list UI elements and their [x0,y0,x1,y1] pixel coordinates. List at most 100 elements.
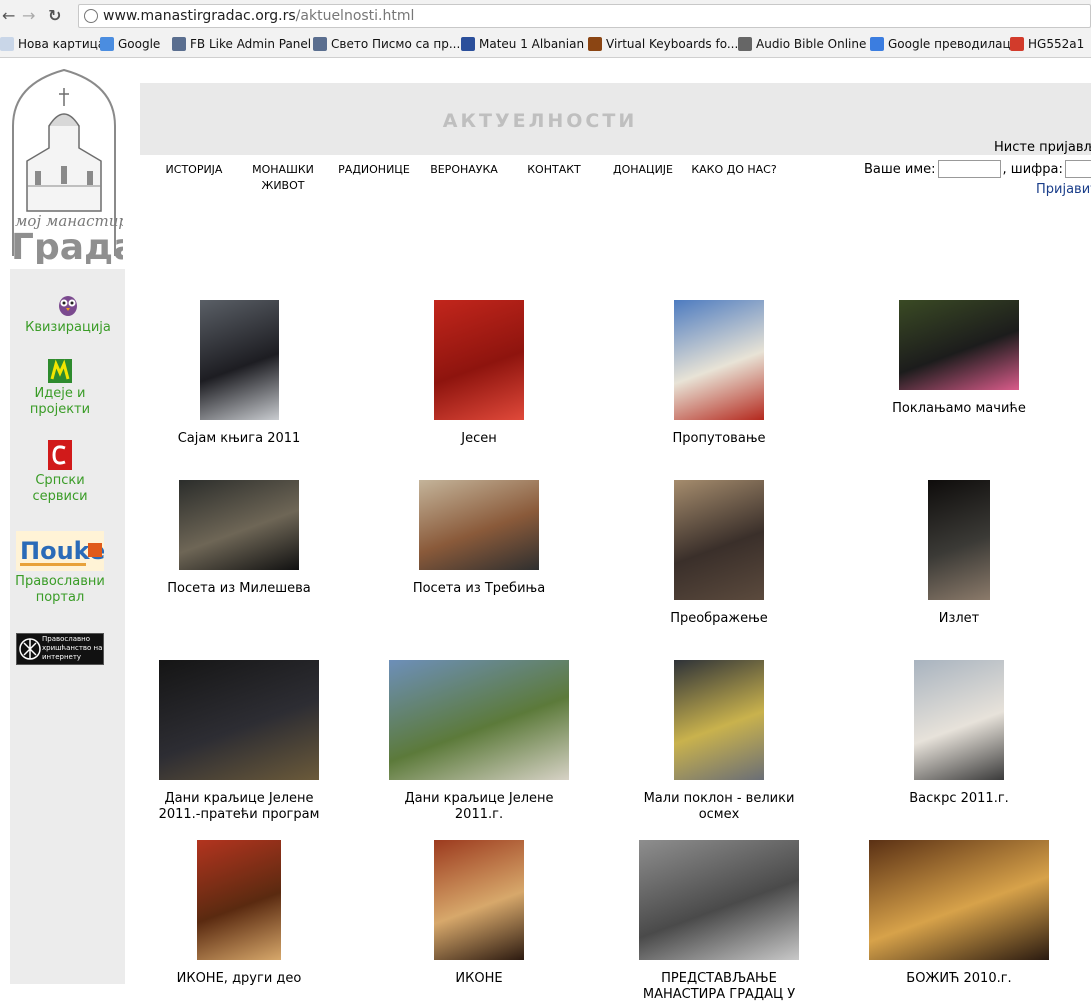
sidebar-item-label: Српски сервиси [32,473,88,504]
address-bar[interactable]: www.manastirgradac.org.rs/aktuelnosti.ht… [78,4,1091,28]
sidebar-item-label: Квизирација [25,320,111,335]
bookmark-item[interactable]: Свето Писмо са пр... [313,37,460,51]
gallery-caption[interactable]: Излет [864,611,1054,627]
gallery-caption[interactable]: ИКОНЕ [384,971,574,987]
audio-icon [738,37,752,51]
sidebar-item-ideas-projects[interactable]: Идеје и пројекти [10,359,110,418]
username-input[interactable] [937,160,1001,178]
serbian-services-icon [48,440,72,470]
sidebar: Квизирација Идеје и пројекти Српски серв… [10,269,125,984]
bookmark-item[interactable]: Google преводилац [870,37,1011,51]
gallery-caption[interactable]: Посета из Милешева [144,581,334,597]
login-form: Ваше име: , шифра: [864,160,1091,178]
bookmark-icon [313,37,327,51]
bookmark-label: Google [118,37,161,51]
orthodox-internet-banner[interactable]: Православно хришћанство на интернету [16,633,104,665]
bible-icon [461,37,475,51]
menu-item-workshops[interactable]: РАДИОНИЦЕ [336,162,412,178]
gallery-thumbnail[interactable] [159,660,319,780]
gallery-thumbnail[interactable] [674,660,764,780]
bookmark-label: Audio Bible Online [756,37,867,51]
gallery-thumbnail[interactable] [199,300,279,420]
gallery-caption[interactable]: ИКОНЕ, други део [144,971,334,987]
bookmark-label: FB Like Admin Panel [190,37,312,51]
gallery-thumbnail[interactable] [928,480,990,600]
keyboard-icon [588,37,602,51]
gallery-caption[interactable]: Поклањамо мачиће [864,401,1054,417]
gallery-caption[interactable]: Дани краљице Јелене 2011.-пратећи програ… [144,791,334,823]
username-label: Ваше име: [864,161,936,177]
gallery-caption[interactable]: Јесен [384,431,574,447]
monastery-gradac-logo[interactable]: мој манастир Градац [5,66,123,264]
gallery-thumbnail[interactable] [639,840,799,960]
bookmark-item[interactable]: Нова картица [0,37,105,51]
gallery-thumbnail[interactable] [197,840,281,960]
gallery-thumbnail[interactable] [869,840,1049,960]
gallery-thumbnail[interactable] [914,660,1004,780]
menu-item-contact[interactable]: КОНТАКТ [524,162,584,178]
sidebar-item-quiz[interactable]: Квизирација [18,293,118,336]
bookmark-item[interactable]: Audio Bible Online [738,37,866,51]
menu-item-directions[interactable]: КАКО ДО НАС? [688,162,780,178]
gallery-caption[interactable]: БОЖИЋ 2010.г. [864,971,1054,987]
menu-item-religious-education[interactable]: ВЕРОНАУКА [427,162,501,178]
gallery-caption[interactable]: Сајам књига 2011 [144,431,334,447]
translate-icon [870,37,884,51]
gallery-thumbnail[interactable] [419,480,539,570]
login-link[interactable]: Пријавит [1036,182,1091,197]
gallery-thumbnail[interactable] [389,660,569,780]
bookmark-label: Virtual Keyboards fo... [606,37,739,51]
menu-item-history[interactable]: ИСТОРИЈА [162,162,226,178]
ideas-icon [48,359,72,383]
header-band: АКТУЕЛНОСТИ [140,83,1091,155]
menu-item-monastic-life[interactable]: МОНАШКИ ЖИВОТ [248,162,318,194]
bookmark-label: Google преводилац [888,37,1011,51]
gallery-caption[interactable]: Пропутовање [624,431,814,447]
gallery-thumbnail[interactable] [434,840,524,960]
banner-text: Православно хришћанство на интернету [42,635,103,661]
gallery-caption[interactable]: Дани краљице Јелене 2011.г. [384,791,574,823]
router-icon [1010,37,1024,51]
browser-toolbar: ← → ↻ www.manastirgradac.org.rs/aktuelno… [0,0,1091,33]
gallery-thumbnail[interactable] [899,300,1019,390]
bookmark-icon [172,37,186,51]
bookmark-label: Свето Писмо са пр... [331,37,461,51]
sidebar-item-label: Идеје и пројекти [29,386,91,417]
login-status: Нисте пријављ [994,140,1091,155]
bookmark-item[interactable]: FB Like Admin Panel [172,37,311,51]
gallery-thumbnail[interactable] [434,300,524,420]
page-title: АКТУЕЛНОСТИ [442,110,638,132]
bookmark-item[interactable]: Google [100,37,160,51]
gallery-caption[interactable]: Посета из Требиња [384,581,574,597]
bookmarks-bar: Нова картица Google FB Like Admin Panel Све… [0,33,1091,58]
gallery-thumbnail[interactable] [179,480,299,570]
globe-icon [84,9,98,23]
gallery-caption[interactable]: Васкрс 2011.г. [864,791,1054,807]
sidebar-item-orthodox-portal[interactable]: Пouke Православни портал [10,531,110,606]
bookmark-label: Mateu 1 Albanian [479,37,585,51]
page-icon [0,37,14,51]
gallery-thumbnail[interactable] [674,480,764,600]
bookmark-item[interactable]: Virtual Keyboards fo... [588,37,738,51]
password-input[interactable] [1064,160,1091,178]
gallery-caption[interactable]: Преображење [624,611,814,627]
password-label: , шифра: [1002,161,1063,177]
back-arrow-icon[interactable]: ← [2,6,15,25]
gallery-thumbnail[interactable] [674,300,764,420]
bookmark-label: HG552a1 [1028,37,1085,51]
reload-icon[interactable]: ↻ [48,6,61,25]
svg-text:Градац: Градац [11,227,123,264]
google-icon [100,37,114,51]
bookmark-item[interactable]: Mateu 1 Albanian [461,37,584,51]
gallery-caption[interactable]: Мали поклон - велики осмех [624,791,814,823]
forward-arrow-icon[interactable]: → [22,6,35,25]
menu-item-donations[interactable]: ДОНАЦИЈЕ [610,162,676,178]
pouke-logo-icon: Пouke [16,531,104,571]
sidebar-item-label: Православни портал [15,574,105,605]
bookmark-label: Нова картица [18,37,106,51]
owl-icon [59,296,77,316]
gallery-caption[interactable]: ПРЕДСТАВЉАЊЕ МАНАСТИРА ГРАДАЦ У [624,971,814,1003]
sidebar-item-serbian-services[interactable]: Српски сервиси [10,440,110,505]
chi-rho-icon [19,638,41,660]
bookmark-item[interactable]: HG552a1 [1010,37,1084,51]
